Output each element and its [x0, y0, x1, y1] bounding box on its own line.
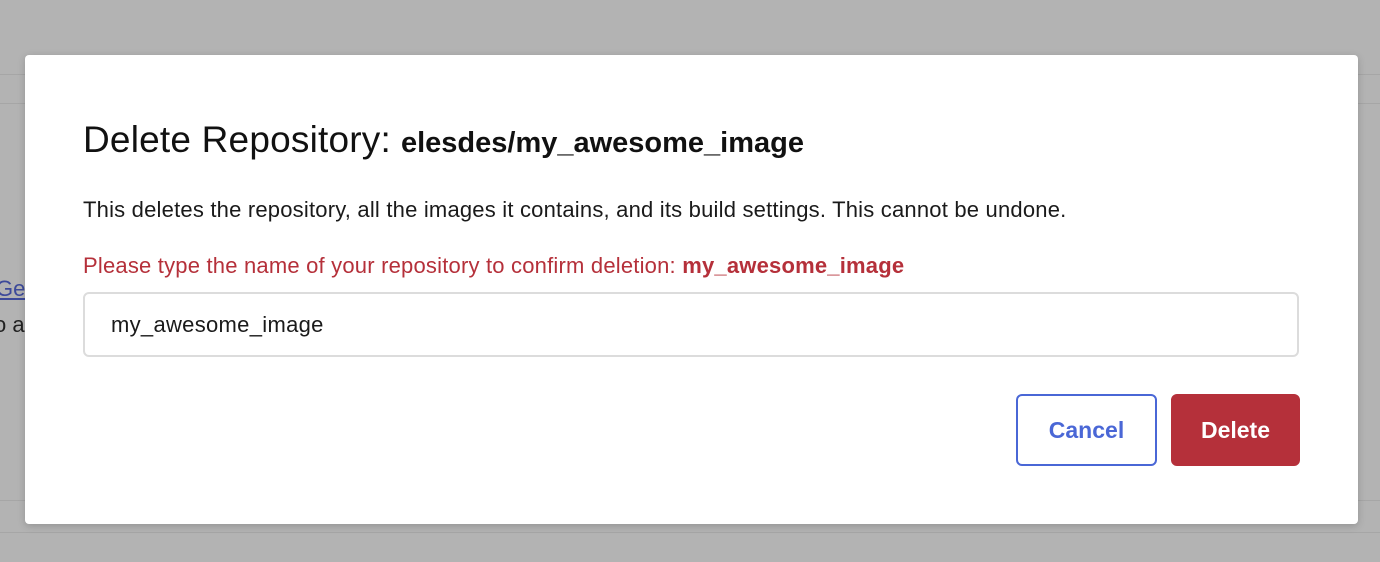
background-divider — [0, 532, 1380, 533]
confirm-instruction: Please type the name of your repository … — [83, 253, 904, 279]
cancel-button[interactable]: Cancel — [1016, 394, 1157, 466]
dialog-description: This deletes the repository, all the ima… — [83, 197, 1067, 222]
confirm-prompt-text: Please type the name of your repository … — [83, 253, 676, 278]
delete-button[interactable]: Delete — [1171, 394, 1300, 466]
background-text: o a — [0, 312, 25, 337]
dialog-title-text: Delete Repository: — [83, 119, 391, 160]
dialog-title-repo-name: elesdes/my_awesome_image — [400, 127, 804, 159]
dialog-title: Delete Repository: elesdes/my_awesome_ima… — [83, 119, 804, 161]
repository-name-input[interactable] — [83, 292, 1299, 357]
background-link: Ge — [0, 276, 26, 301]
confirm-repo-name: my_awesome_image — [682, 253, 905, 278]
delete-repository-dialog: Delete Repository: elesdes/my_awesome_ima… — [25, 55, 1358, 524]
